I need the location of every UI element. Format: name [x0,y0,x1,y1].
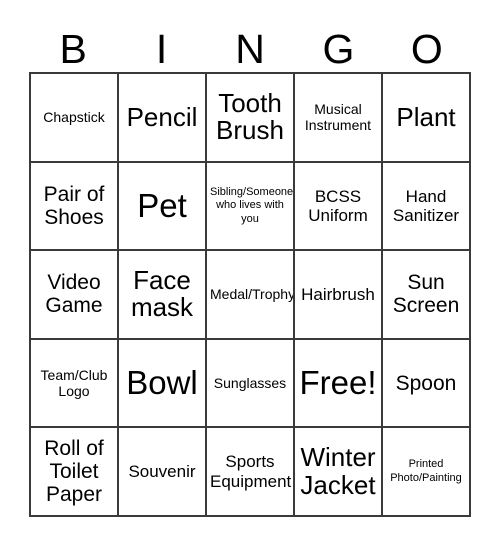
bingo-header-letter-n: N [235,26,265,72]
bingo-cell-label: Video Game [45,271,103,318]
bingo-cell[interactable]: Pair of Shoes [31,162,119,252]
bingo-cell[interactable]: Roll of Toilet Paper [31,428,119,517]
bingo-cell-label: Tooth Brush [216,87,284,146]
bingo-cell-label: BCSS Uniform [308,186,368,225]
bingo-cell[interactable]: Sibling/Someone who lives with you [207,162,295,252]
bingo-card: B I N G O Chapstick Pencil Tooth Brush Musical … [0,0,500,544]
bingo-cell[interactable]: Tooth Brush [207,74,295,163]
bingo-cell[interactable]: Printed Photo/Painting [383,428,471,517]
bingo-cell-label: Sunglasses [213,374,287,391]
bingo-cell[interactable]: Winter Jacket [295,428,383,517]
bingo-cell[interactable]: Sports Equipment [207,428,295,517]
bingo-cell-label: Pencil [126,101,198,132]
bingo-cell[interactable]: Hand Sanitizer [383,162,471,252]
bingo-cell[interactable]: Spoon [383,339,471,429]
bingo-cell-label: Bowl [126,363,198,401]
bingo-header-letter-i: I [155,26,168,72]
bingo-cell[interactable]: Musical Instrument [295,74,383,163]
bingo-cell-label: Pet [137,186,187,224]
bingo-cell[interactable]: Souvenir [119,428,207,517]
bingo-cell[interactable]: Sun Screen [383,251,471,340]
bingo-cell-label: Free! [299,363,377,401]
bingo-header-letter-b: B [59,26,87,72]
bingo-cell[interactable]: Sunglasses [207,339,295,429]
bingo-cell-label: Winter Jacket [300,442,376,500]
bingo-cell-label: Hairbrush [301,284,375,304]
bingo-cell[interactable]: Medal/Trophy [207,251,295,340]
bingo-cell-label: Team/Club Logo [40,366,108,400]
bingo-cell-label: Plant [396,101,456,132]
bingo-header-letter-o: O [410,26,443,72]
bingo-cell[interactable]: Chapstick [31,74,119,163]
bingo-cell-label: Hand Sanitizer [392,186,460,225]
bingo-free-space[interactable]: Free! [295,339,383,429]
bingo-cell[interactable]: Team/Club Logo [31,339,119,429]
bingo-cell[interactable]: BCSS Uniform [295,162,383,252]
bingo-cell[interactable]: Face mask [119,251,207,340]
bingo-cell[interactable]: Video Game [31,251,119,340]
bingo-cell[interactable]: Plant [383,74,471,163]
bingo-cell-label: Pair of Shoes [43,182,105,229]
bingo-cell[interactable]: Pencil [119,74,207,163]
bingo-cell-label: Printed Photo/Painting [390,458,462,484]
bingo-cell-label: Medal/Trophy [210,286,295,303]
bingo-cell-label: Chapstick [43,109,105,126]
bingo-cell[interactable]: Bowl [119,339,207,429]
bingo-cell-label: Sports Equipment [210,452,292,491]
bingo-cell-label: Spoon [395,371,457,395]
bingo-cell-label: Sibling/Someone who lives with you [210,185,294,225]
bingo-cell-label: Souvenir [128,462,196,481]
bingo-cell-label: Face mask [130,264,194,323]
bingo-header: BINGO [29,14,471,72]
bingo-cell-label: Sun Screen [392,271,460,318]
bingo-cell[interactable]: Pet [119,162,207,252]
bingo-cell-label: Roll of Toilet Paper [44,437,104,507]
bingo-cell-label: Musical Instrument [304,100,372,134]
bingo-header-letter-g: G [322,26,355,72]
bingo-cell[interactable]: Hairbrush [295,251,383,340]
bingo-grid: Chapstick Pencil Tooth Brush Musical Instru… [29,72,471,517]
